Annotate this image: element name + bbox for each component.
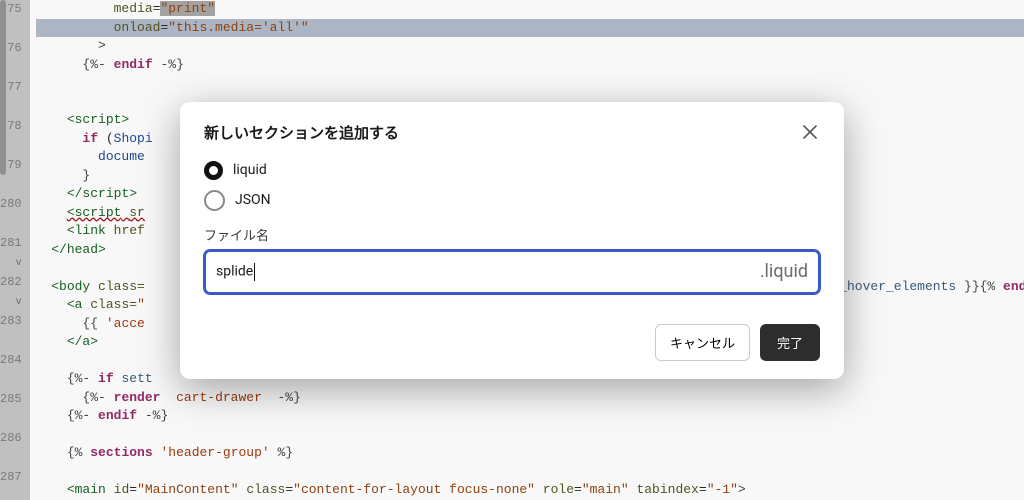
add-section-modal: 新しいセクションを追加する liquid JSON ファイル名 splide .… [180,102,844,379]
close-icon[interactable] [800,122,820,142]
modal-header: 新しいセクションを追加する [204,122,820,143]
radio-label: JSON [235,192,271,208]
radio-option-liquid[interactable]: liquid [204,161,820,180]
radio-label: liquid [233,162,267,178]
filename-extension: .liquid [760,261,808,282]
modal-actions: キャンセル 完了 [204,324,820,361]
radio-icon [204,161,223,180]
radio-option-json[interactable]: JSON [204,190,820,211]
modal-overlay: 新しいセクションを追加する liquid JSON ファイル名 splide .… [0,0,1024,500]
modal-title: 新しいセクションを追加する [204,122,399,143]
filename-input-wrap[interactable]: splide .liquid [204,250,820,294]
text-caret [254,263,255,281]
cancel-button[interactable]: キャンセル [655,324,750,361]
filename-input[interactable]: splide [216,263,752,281]
radio-icon [204,190,225,211]
done-button[interactable]: 完了 [760,324,820,361]
filename-label: ファイル名 [204,225,820,244]
